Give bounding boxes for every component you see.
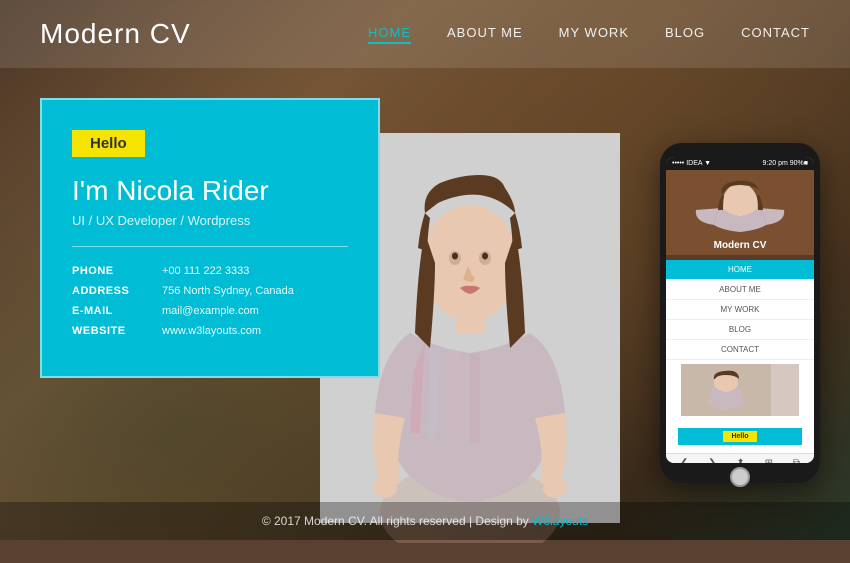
nav-about[interactable]: ABOUT ME [447, 25, 523, 44]
footer-text: © 2017 Modern CV. All rights reserved | … [262, 514, 532, 528]
phone-hello-badge: Hello [723, 431, 756, 442]
site-logo: Modern CV [40, 18, 191, 50]
hello-badge: Hello [72, 130, 145, 157]
nav-blog[interactable]: BLOG [665, 25, 705, 44]
nav-work[interactable]: MY WORK [559, 25, 629, 44]
main-nav: HOME ABOUT ME MY WORK BLOG CONTACT [368, 25, 810, 44]
website-value: www.w3layouts.com [162, 325, 348, 337]
phone-mockup: ••••• IDEA ▼ 9:20 pm 90%■ Modern CV [660, 143, 820, 483]
phone-home-button[interactable] [730, 467, 750, 487]
nav-home[interactable]: HOME [368, 25, 411, 44]
phone-forward-icon[interactable]: ❯ [708, 458, 716, 463]
phone-header: Modern CV [666, 170, 814, 260]
email-value: mail@example.com [162, 305, 348, 317]
phone-screen: ••••• IDEA ▼ 9:20 pm 90%■ Modern CV [666, 157, 814, 463]
phone-carrier: ••••• IDEA ▼ [672, 160, 711, 167]
address-value: 756 North Sydney, Canada [162, 285, 348, 297]
nav-contact[interactable]: CONTACT [741, 25, 810, 44]
phone-nav-work[interactable]: MY WORK [666, 300, 814, 320]
phone-profile-image [681, 364, 799, 416]
phone-title: Modern CV [672, 240, 808, 251]
phone-time-battery: 9:20 pm 90%■ [763, 160, 808, 167]
phone-nav-blog[interactable]: BLOG [666, 320, 814, 340]
person-name: I'm Nicola Rider [72, 175, 348, 207]
header: Modern CV HOME ABOUT ME MY WORK BLOG CON… [0, 0, 850, 68]
phone-hello-bar: Hello [678, 428, 802, 445]
phone-back-icon[interactable]: ❮ [680, 458, 688, 463]
contact-info: PHONE +00 111 222 3333 ADDRESS 756 North… [72, 265, 348, 337]
footer-link[interactable]: W3layouts [532, 514, 588, 528]
phone-share-icon[interactable]: ⬆ [736, 458, 744, 463]
phone-label: PHONE [72, 265, 152, 277]
phone-nav-about[interactable]: ABOUT ME [666, 280, 814, 300]
phone-bottom-bar: ❮ ❯ ⬆ ⊞ ⧉ [666, 453, 814, 463]
website-label: WEBSITE [72, 325, 152, 337]
phone-hello-section: Hello [666, 420, 814, 453]
card-divider [72, 246, 348, 247]
phone-nav-home[interactable]: HOME [666, 260, 814, 280]
phone-nav-contact[interactable]: CONTACT [666, 340, 814, 360]
phone-tabs-icon[interactable]: ⧉ [793, 458, 800, 463]
phone-value: +00 111 222 3333 [162, 265, 348, 277]
address-label: ADDRESS [72, 285, 152, 297]
phone-bookmark-icon[interactable]: ⊞ [765, 458, 773, 463]
footer: © 2017 Modern CV. All rights reserved | … [0, 502, 850, 540]
phone-status-bar: ••••• IDEA ▼ 9:20 pm 90%■ [666, 157, 814, 170]
main-content: Hello I'm Nicola Rider UI / UX Developer… [0, 68, 850, 503]
phone-nav: HOME ABOUT ME MY WORK BLOG CONTACT [666, 260, 814, 360]
person-tagline: UI / UX Developer / Wordpress [72, 213, 348, 228]
profile-card: Hello I'm Nicola Rider UI / UX Developer… [40, 98, 380, 378]
email-label: E-MAIL [72, 305, 152, 317]
